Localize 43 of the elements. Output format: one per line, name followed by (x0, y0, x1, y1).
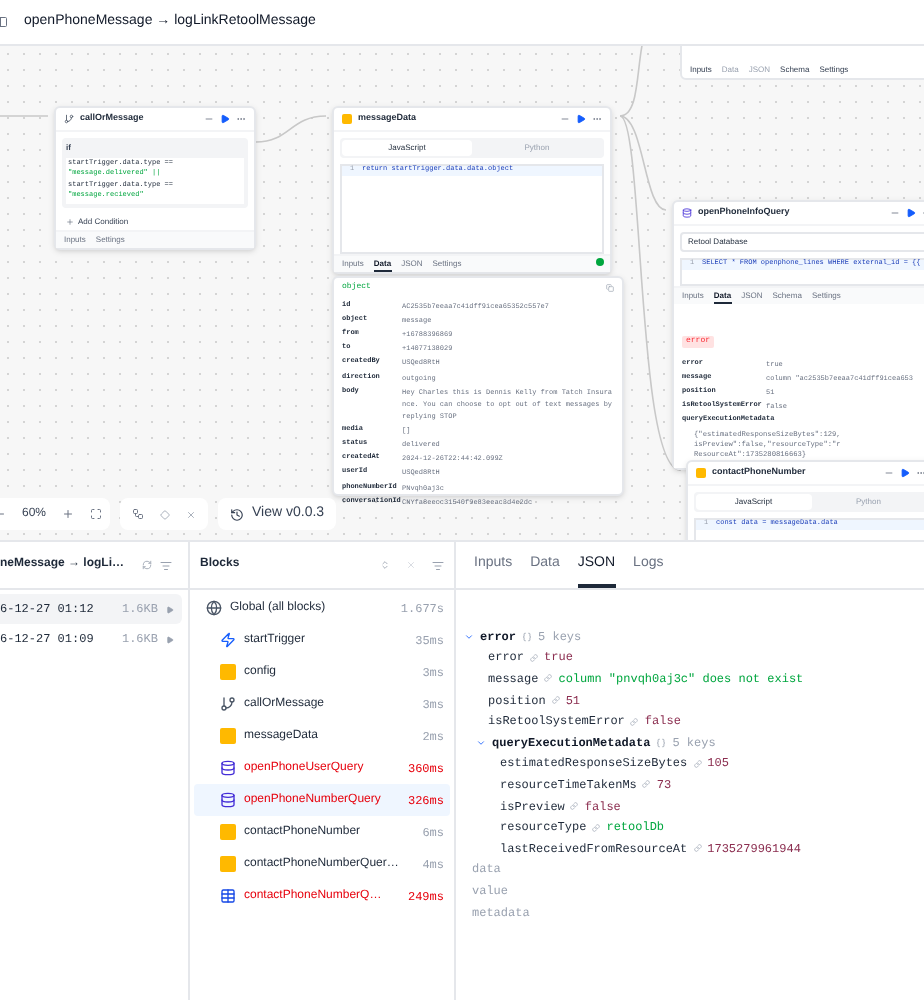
link-icon[interactable] (592, 823, 601, 832)
play-icon[interactable] (166, 605, 174, 613)
refresh-icon[interactable] (142, 560, 152, 570)
run-icon[interactable] (900, 468, 910, 478)
js-file-icon (342, 114, 352, 124)
expand-caret-icon[interactable] (476, 737, 486, 748)
run-icon[interactable] (906, 208, 916, 218)
js-file-icon (220, 728, 236, 744)
link-icon[interactable] (544, 674, 553, 683)
database-icon (220, 760, 236, 776)
filter-icon[interactable] (432, 559, 444, 571)
database-icon (682, 208, 692, 218)
run-icon[interactable] (576, 114, 586, 124)
branch-icon (64, 114, 74, 124)
globe-icon (206, 600, 222, 616)
filter-icon[interactable] (160, 559, 172, 571)
plus-icon[interactable] (66, 218, 74, 226)
expand-caret-icon[interactable] (464, 631, 474, 642)
link-icon[interactable] (551, 696, 560, 705)
run-icon[interactable] (220, 114, 230, 124)
js-file-icon (220, 664, 236, 680)
expand-icon[interactable] (380, 560, 390, 570)
branch-icon (220, 696, 236, 712)
link-icon[interactable] (642, 780, 651, 789)
link-icon[interactable] (693, 759, 702, 768)
link-icon[interactable] (570, 802, 579, 811)
copy-icon[interactable] (606, 284, 614, 292)
table-icon (220, 888, 236, 904)
braces-icon (522, 631, 533, 642)
link-icon[interactable] (630, 717, 639, 726)
braces-icon (656, 737, 667, 748)
link-icon[interactable] (693, 844, 702, 853)
layout-icon[interactable] (132, 508, 145, 520)
history-icon (230, 507, 245, 521)
query-node-card[interactable] (672, 200, 924, 471)
js-file-icon (696, 468, 706, 478)
play-icon[interactable] (166, 635, 174, 643)
lightning-icon (220, 632, 236, 648)
link-icon[interactable] (530, 653, 539, 662)
database-icon (220, 792, 236, 808)
connector-line (255, 115, 327, 143)
zoom-in-icon[interactable] (62, 508, 75, 520)
connector-line (0, 115, 49, 117)
